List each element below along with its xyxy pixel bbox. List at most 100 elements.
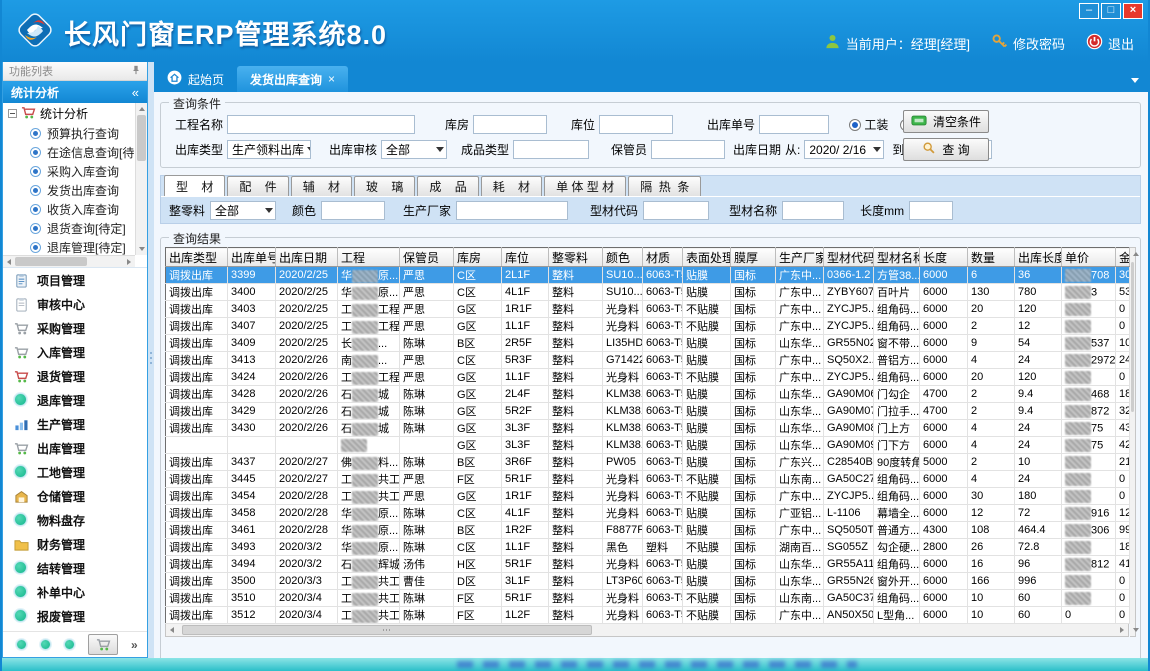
sidebar-item-入库管理[interactable]: 入库管理 — [3, 340, 147, 364]
manufacturer-input[interactable] — [456, 201, 568, 220]
tab-shipment-outbound-query[interactable]: 发货出库查询 × — [237, 66, 348, 92]
material-tab-隔热条[interactable]: 隔 热 条 — [628, 176, 701, 196]
column-header-材质[interactable]: 材质 — [643, 248, 683, 267]
sidebar-item-补单中心[interactable]: 补单中心 — [3, 580, 147, 604]
profile-code-input[interactable] — [643, 201, 709, 220]
column-header-金[interactable]: 金 — [1116, 248, 1130, 267]
table-row[interactable]: 调拨出库34542020/2/28工共工程严思G区1R1F整料光身料6063-T… — [166, 488, 1130, 505]
material-tab-单体型材[interactable]: 单 体 型 材 — [544, 176, 626, 196]
search-button[interactable]: 查 询 — [903, 138, 989, 161]
table-row[interactable]: 调拨出库34372020/2/27佛料...陈琳B区3R6F整料PW056063… — [166, 454, 1130, 471]
table-row[interactable]: 调拨出库34002020/2/25华原...严思C区4L1F整料SU10...6… — [166, 284, 1130, 301]
table-row[interactable]: 调拨出库34612020/2/28华原...陈琳B区1R2F整料F8877FT6… — [166, 522, 1130, 539]
project-name-input[interactable] — [227, 115, 415, 134]
tree-expander-icon[interactable] — [8, 109, 17, 118]
outbound-type-select[interactable]: 生产领料出库 — [227, 140, 311, 159]
tree-item-发货出库查询[interactable]: 发货出库查询 — [3, 181, 135, 200]
sidebar-item-出库管理[interactable]: 出库管理 — [3, 436, 147, 460]
sidebar-item-报废管理[interactable]: 报废管理 — [3, 604, 147, 628]
table-row[interactable]: 调拨出库34932020/3/2华原...陈琳C区1L1F整料黑色塑料不贴膜国标… — [166, 539, 1130, 556]
stats-module-button[interactable] — [88, 634, 118, 655]
module-dot-icon[interactable] — [16, 639, 27, 650]
tab-close-icon[interactable]: × — [328, 72, 335, 86]
gongzhuang-radio[interactable]: 工装 — [849, 116, 888, 133]
length-input[interactable] — [909, 201, 953, 220]
tree-item-退货查询[待定][interactable]: 退货查询[待定] — [3, 219, 135, 238]
column-header-保管员[interactable]: 保管员 — [400, 248, 454, 267]
close-button[interactable]: × — [1123, 3, 1143, 19]
column-header-表面处理[interactable]: 表面处理 — [683, 248, 731, 267]
column-header-库位[interactable]: 库位 — [502, 248, 549, 267]
table-row[interactable]: 调拨出库34582020/2/28华原...陈琳C区4L1F整料光身料6063-… — [166, 505, 1130, 522]
table-row[interactable]: 调拨出库34292020/2/26石城陈琳G区5R2F整料KLM38176063… — [166, 403, 1130, 420]
change-password-button[interactable]: 修改密码 — [991, 33, 1065, 53]
scrollbar-thumb[interactable] — [1131, 262, 1134, 412]
column-header-工程[interactable]: 工程 — [338, 248, 400, 267]
tree-item-退库管理[待定][interactable]: 退库管理[待定] — [3, 238, 135, 255]
sidebar-item-项目管理[interactable]: 项目管理 — [3, 268, 147, 292]
tree-root-stats[interactable]: 统计分析 — [3, 103, 135, 124]
location-input[interactable] — [599, 115, 673, 134]
material-tab-辅材[interactable]: 辅 材 — [291, 176, 352, 196]
table-row[interactable]: 调拨出库34282020/2/26石城陈琳G区2L4F整料KLM38176063… — [166, 386, 1130, 403]
clear-conditions-button[interactable]: 清空条件 — [903, 110, 989, 133]
material-tab-配件[interactable]: 配 件 — [227, 176, 288, 196]
tree-item-采购入库查询[interactable]: 采购入库查询 — [3, 162, 135, 181]
column-header-出库日期[interactable]: 出库日期 — [276, 248, 338, 267]
column-header-单价[interactable]: 单价 — [1062, 248, 1116, 267]
color-input[interactable] — [321, 201, 385, 220]
keeper-input[interactable] — [651, 140, 725, 159]
logout-button[interactable]: 退出 — [1086, 33, 1134, 53]
column-header-颜色[interactable]: 颜色 — [603, 248, 643, 267]
tree-item-预算执行查询[interactable]: 预算执行查询 — [3, 124, 135, 143]
column-header-库房[interactable]: 库房 — [454, 248, 502, 267]
column-header-出库单号[interactable]: 出库单号 — [228, 248, 276, 267]
column-header-膜厚[interactable]: 膜厚 — [731, 248, 776, 267]
tab-list-dropdown-icon[interactable] — [1131, 78, 1139, 83]
tab-home[interactable]: 起始页 — [154, 66, 237, 92]
sidebar-item-生产管理[interactable]: 生产管理 — [3, 412, 147, 436]
table-row[interactable]: G区3L3F整料KLM38176063-T5贴膜国标山东华...GA90M09.… — [166, 437, 1130, 454]
material-tab-成品[interactable]: 成 品 — [417, 176, 478, 196]
table-row[interactable]: 调拨出库34242020/2/26工工程严思G区1L1F整料光身料6063-T5… — [166, 369, 1130, 386]
tree-vertical-scrollbar[interactable] — [135, 103, 147, 255]
tree-item-在途信息查询[待[interactable]: 在途信息查询[待 — [3, 143, 135, 162]
module-dot-icon[interactable] — [64, 639, 75, 650]
sidebar-item-仓储管理[interactable]: 仓储管理 — [3, 484, 147, 508]
column-header-生产厂家[interactable]: 生产厂家 — [776, 248, 824, 267]
tree-item-收货入库查询[interactable]: 收货入库查询 — [3, 200, 135, 219]
maximize-button[interactable]: □ — [1101, 3, 1121, 19]
table-row[interactable]: 调拨出库34032020/2/25工工程严思G区1R1F整料光身料6063-T5… — [166, 301, 1130, 318]
table-row[interactable]: 调拨出库35122020/3/4工共工程陈琳F区1L2F整料光身料6063-T5… — [166, 607, 1130, 624]
sidebar-item-物料盘存[interactable]: 物料盘存 — [3, 508, 147, 532]
column-header-长度[interactable]: 长度 — [920, 248, 968, 267]
sidebar-item-采购管理[interactable]: 采购管理 — [3, 316, 147, 340]
material-tab-玻璃[interactable]: 玻 璃 — [354, 176, 415, 196]
warehouse-input[interactable] — [473, 115, 547, 134]
column-header-数量[interactable]: 数量 — [968, 248, 1015, 267]
sidebar-item-结转管理[interactable]: 结转管理 — [3, 556, 147, 580]
column-header-出库类型[interactable]: 出库类型 — [166, 248, 228, 267]
outbound-no-input[interactable] — [759, 115, 829, 134]
table-row[interactable]: 调拨出库34302020/2/26石城陈琳G区3L3F整料KLM38176063… — [166, 420, 1130, 437]
collapse-icon[interactable]: « — [132, 85, 139, 100]
scrollbar-thumb[interactable] — [182, 625, 592, 635]
profile-name-input[interactable] — [782, 201, 844, 220]
scrollbar-thumb[interactable] — [137, 115, 146, 161]
scrollbar-thumb[interactable] — [15, 257, 87, 266]
product-type-input[interactable] — [513, 140, 589, 159]
column-header-型材名称[interactable]: 型材名称 — [874, 248, 920, 267]
table-row[interactable]: 调拨出库34072020/2/25工工程严思G区1L1F整料光身料6063-T5… — [166, 318, 1130, 335]
table-row[interactable]: 调拨出库35102020/3/4工共工程陈琳F区5R1F整料光身料6063-T5… — [166, 590, 1130, 607]
table-row[interactable]: 调拨出库34452020/2/27工共工程严思F区5R1F整料光身料6063-T… — [166, 471, 1130, 488]
column-header-整零料[interactable]: 整零料 — [549, 248, 603, 267]
column-header-出库长度[interactable]: 出库长度 — [1015, 248, 1062, 267]
whole-part-select[interactable]: 全部 — [210, 201, 276, 220]
module-dot-icon[interactable] — [40, 639, 51, 650]
sidebar-item-退库管理[interactable]: 退库管理 — [3, 388, 147, 412]
material-tab-型材[interactable]: 型 材 — [164, 175, 225, 196]
sidebar-item-财务管理[interactable]: 财务管理 — [3, 532, 147, 556]
table-row[interactable]: 调拨出库34942020/3/2石辉城汤伟H区5R1F整料光身料6063-T5贴… — [166, 556, 1130, 573]
date-from-select[interactable]: 2020/ 2/16 — [804, 140, 884, 159]
table-row[interactable]: 调拨出库34092020/2/25长...陈琳B区2R5F整料LI35HD606… — [166, 335, 1130, 352]
